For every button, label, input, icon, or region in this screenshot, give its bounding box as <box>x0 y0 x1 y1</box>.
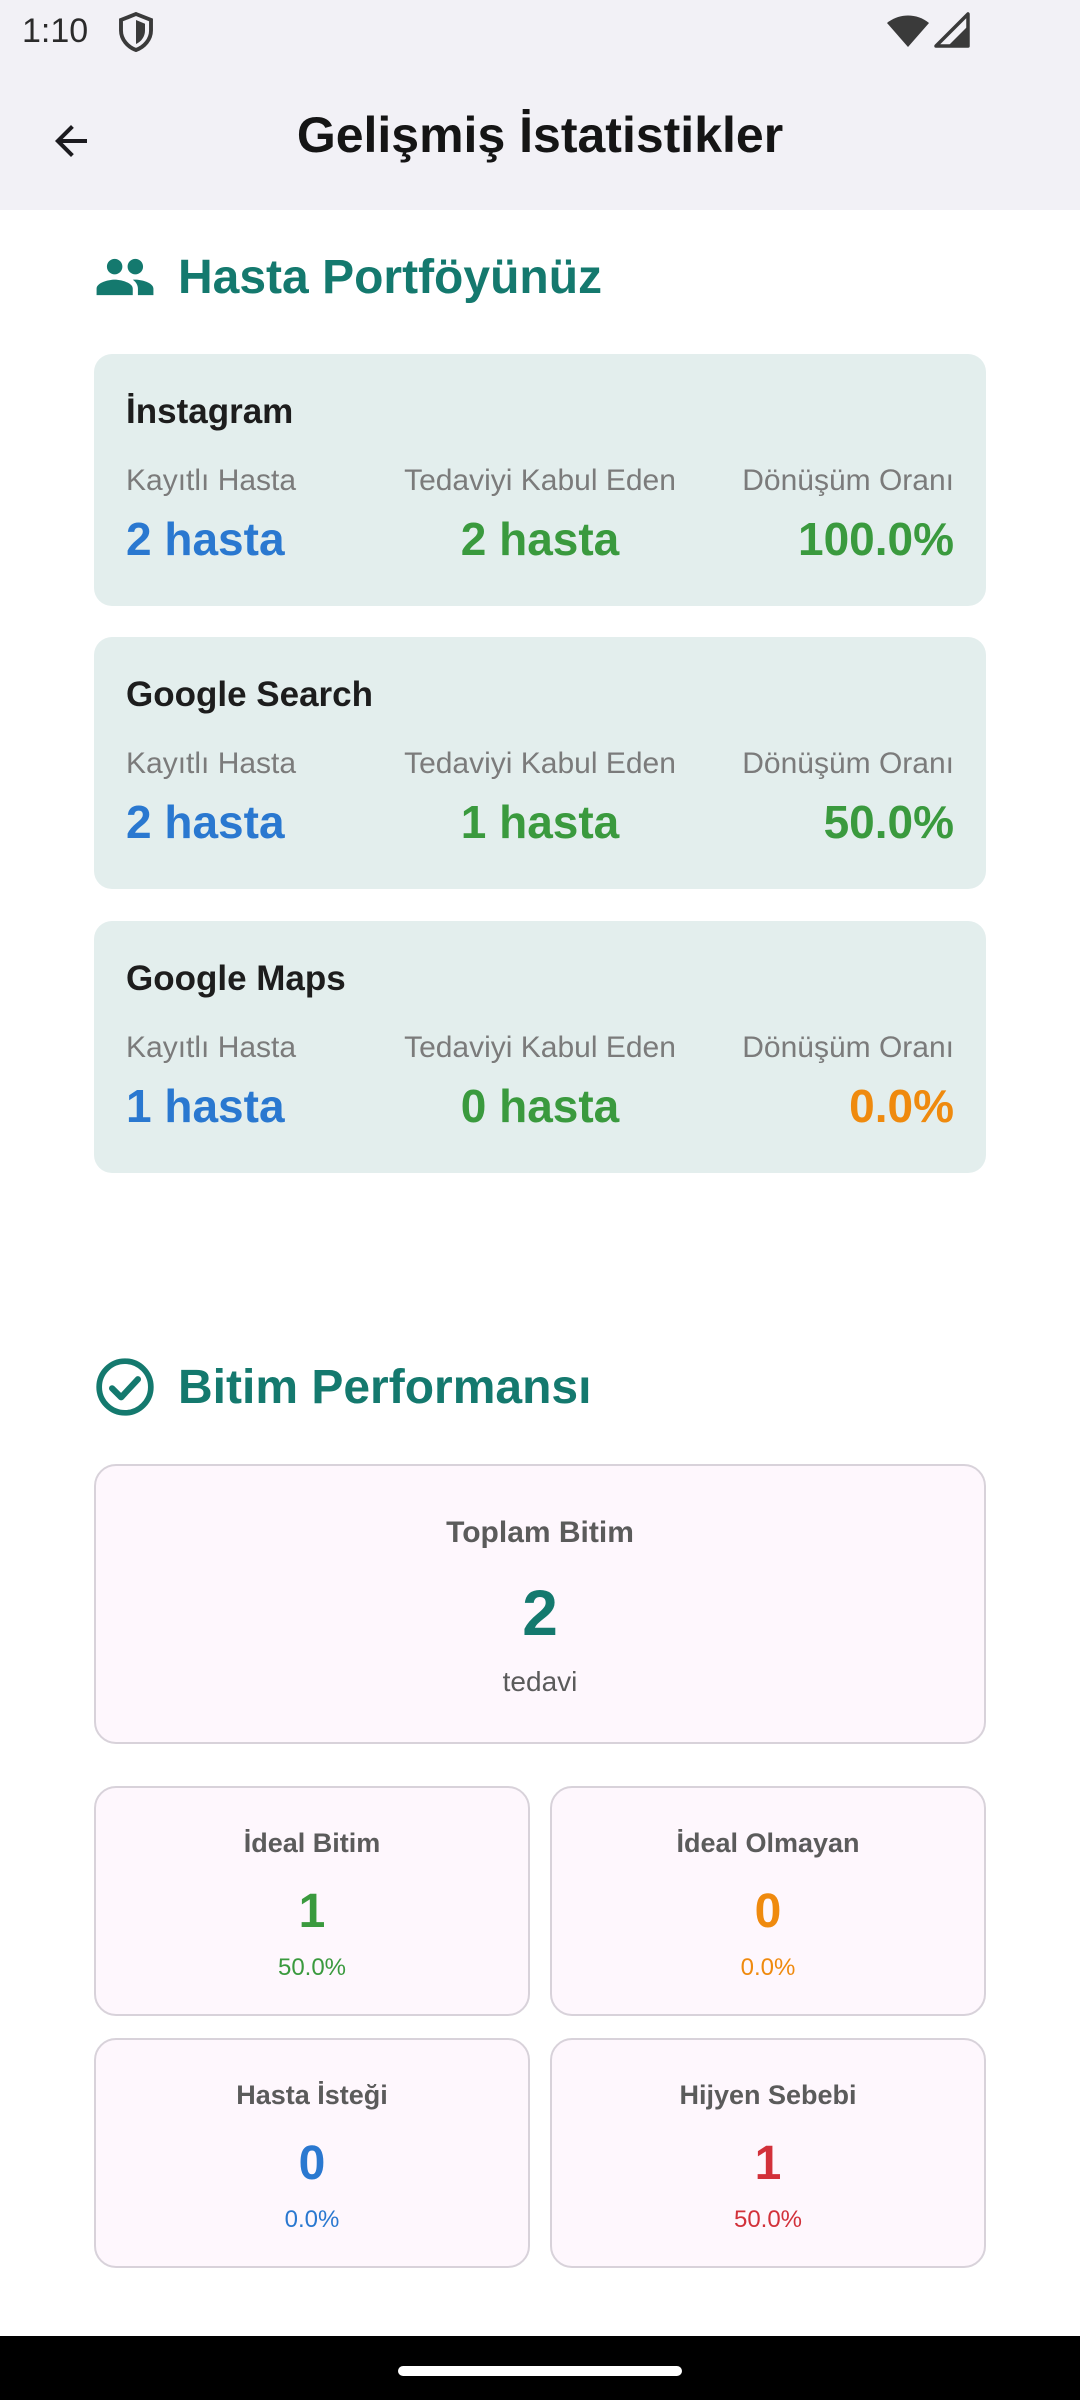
conversion-label: Dönüşüm Oranı <box>742 1031 954 1064</box>
portfolio-section-header: Hasta Portföyünüz <box>94 246 602 308</box>
app-bar: Gelişmiş İstatistikler <box>0 62 1080 210</box>
card-value: 1 <box>754 2137 782 2190</box>
performance-section-title: Bitim Performansı <box>178 1360 592 1414</box>
check-circle-icon <box>96 1358 154 1416</box>
signal-icon <box>934 12 970 48</box>
wifi-icon <box>887 15 929 47</box>
portfolio-section-title: Hasta Portföyünüz <box>178 250 603 304</box>
patient-request-card: Hasta İsteği 0 0.0% <box>94 2038 530 2268</box>
source-card-google-maps: Google Maps Kayıtlı Hasta Tedaviyi Kabul… <box>94 921 986 1173</box>
card-percent: 0.0% <box>284 2206 340 2233</box>
status-time: 1:10 <box>22 12 89 50</box>
status-bar: 1:10 <box>0 0 1080 62</box>
performance-section-header: Bitim Performansı <box>94 1356 591 1418</box>
ideal-completion-card: İdeal Bitim 1 50.0% <box>94 1786 530 2016</box>
source-card-google-search: Google Search Kayıtlı Hasta Tedaviyi Kab… <box>94 637 986 889</box>
screen: 1:10 Gelişmiş İstatistikler Hasta Portfö… <box>0 0 1080 2400</box>
card-value: 0 <box>298 2137 326 2190</box>
hygiene-reason-card: Hijyen Sebebi 1 50.0% <box>550 2038 986 2268</box>
card-percent: 50.0% <box>277 1954 347 1981</box>
conversion-value: 50.0% <box>823 796 954 848</box>
page-title: Gelişmiş İstatistikler <box>296 107 784 163</box>
system-nav-bar <box>0 2336 1080 2400</box>
non-ideal-card: İdeal Olmayan 0 0.0% <box>550 1786 986 2016</box>
shield-icon <box>119 12 153 52</box>
total-unit: tedavi <box>502 1666 578 1697</box>
total-completion-card: Toplam Bitim 2 tedavi <box>94 1464 986 1744</box>
source-name: İnstagram <box>126 392 294 431</box>
conversion-value: 0.0% <box>849 1080 954 1132</box>
card-value: 1 <box>298 1885 326 1938</box>
card-percent: 0.0% <box>740 1954 796 1981</box>
conversion-label: Dönüşüm Oranı <box>742 464 954 497</box>
card-label: İdeal Olmayan <box>676 1828 860 1858</box>
card-value: 0 <box>754 1885 782 1938</box>
card-label: İdeal Bitim <box>243 1828 381 1858</box>
home-gesture-handle[interactable] <box>398 2366 682 2376</box>
source-card-instagram: İnstagram Kayıtlı Hasta Tedaviyi Kabul E… <box>94 354 986 606</box>
source-name: Google Maps <box>126 959 346 998</box>
total-value: 2 <box>522 1577 558 1649</box>
card-label: Hijyen Sebebi <box>679 2080 857 2110</box>
people-icon <box>96 258 154 296</box>
source-name: Google Search <box>126 675 374 714</box>
conversion-value: 100.0% <box>797 513 954 565</box>
card-label: Hasta İsteği <box>236 2080 388 2110</box>
card-percent: 50.0% <box>733 2206 803 2233</box>
total-label: Toplam Bitim <box>446 1516 634 1549</box>
conversion-label: Dönüşüm Oranı <box>742 747 954 780</box>
